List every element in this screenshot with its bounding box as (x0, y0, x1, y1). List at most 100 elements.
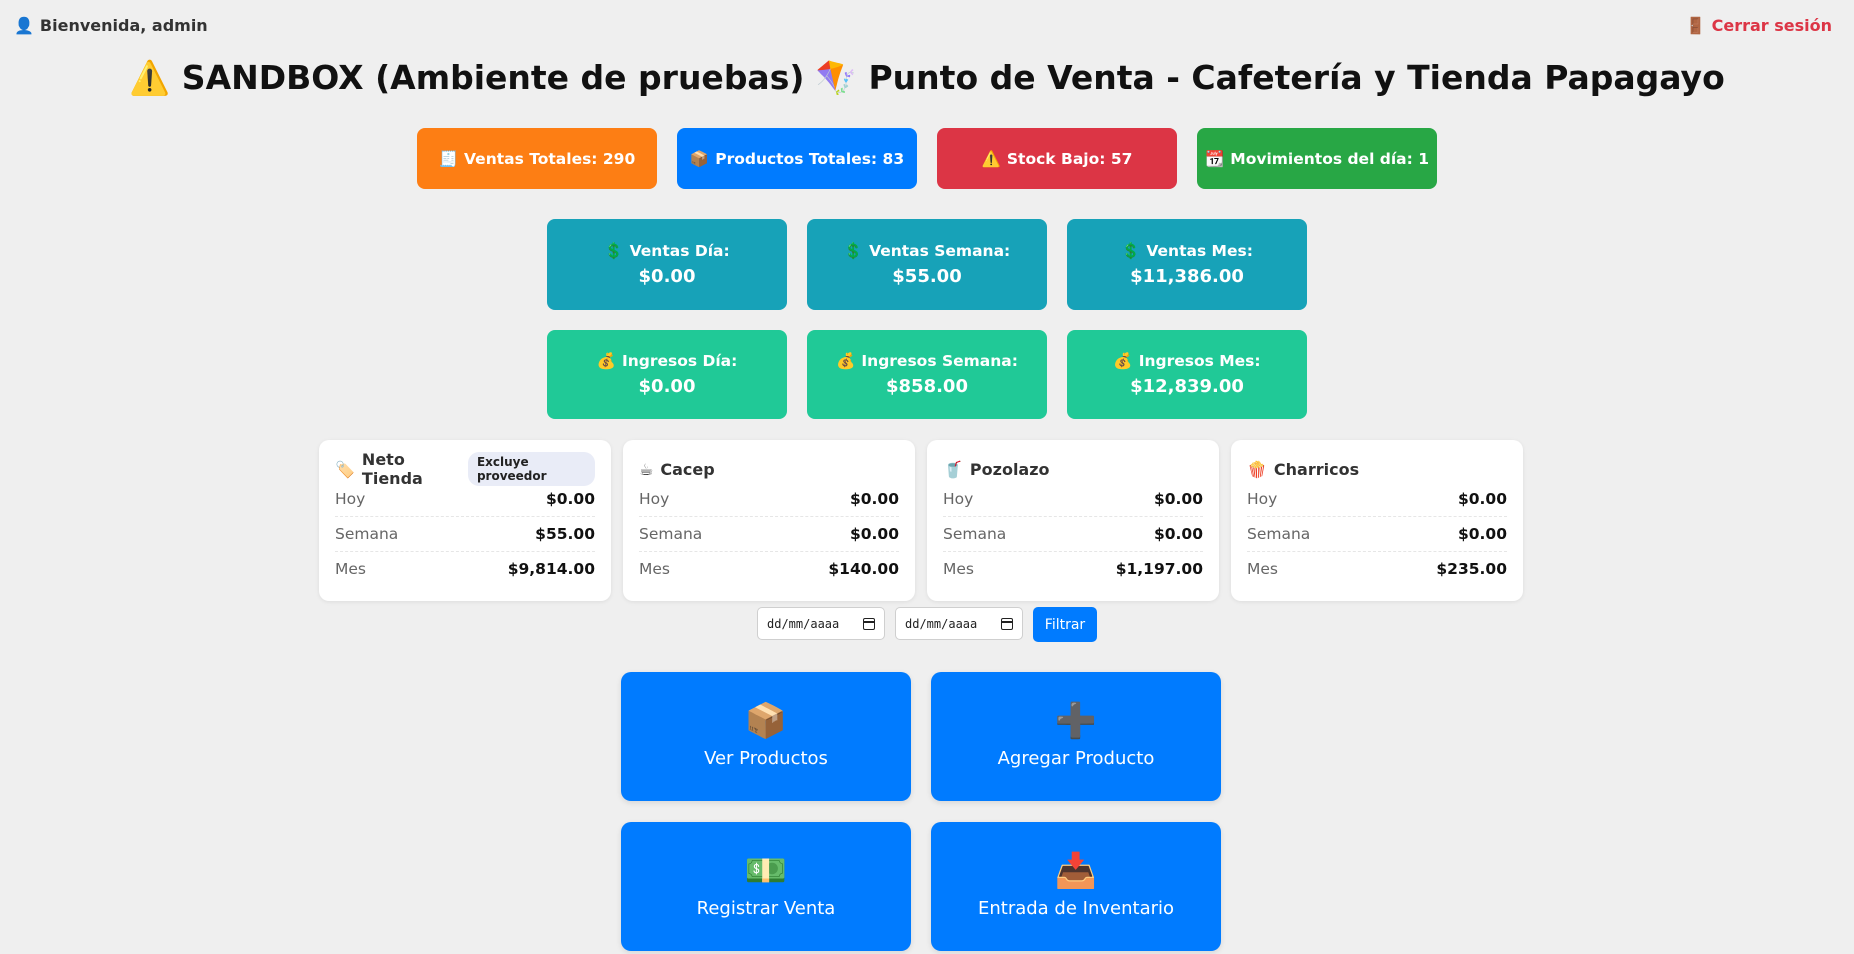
sales-row: 💲 Ventas Día: $0.00 💲 Ventas Semana: $55.0… (0, 219, 1854, 310)
logout-label: Cerrar sesión (1711, 16, 1832, 35)
sales-label: Ventas Semana: (869, 242, 1011, 260)
drink-icon: 🥤 (943, 459, 963, 479)
welcome-message: 👤 Bienvenida, admin (14, 16, 208, 35)
row-value: $55.00 (535, 525, 595, 543)
row-value: $0.00 (1153, 490, 1203, 508)
income-row: 💰 Ingresos Día: $0.00 💰 Ingresos Semana: $… (0, 330, 1854, 419)
row-label: Mes (639, 560, 670, 578)
stat-low-stock: ⚠️ Stock Bajo: 57 (937, 128, 1177, 189)
stats-row: 🧾 Ventas Totales: 290 📦 Productos Totale… (0, 128, 1854, 189)
row-value: $0.00 (1457, 490, 1507, 508)
sales-day-card: 💲 Ventas Día: $0.00 (547, 219, 787, 310)
action-label: Entrada de Inventario (977, 898, 1175, 919)
row-label: Semana (335, 525, 399, 543)
row-label: Hoy (943, 490, 974, 508)
date-placeholder: dd/mm/aaaa (767, 616, 840, 631)
page-title: ⚠️ SANDBOX (Ambiente de pruebas) 🪁 Punto… (129, 58, 1725, 97)
income-week-card: 💰 Ingresos Semana: $858.00 (807, 330, 1047, 419)
row-label: Mes (943, 560, 974, 578)
card-title: Pozolazo (969, 459, 1050, 479)
sales-value: $0.00 (638, 266, 696, 287)
row-label: Semana (639, 525, 703, 543)
income-day-card: 💰 Ingresos Día: $0.00 (547, 330, 787, 419)
row-label: Semana (1247, 525, 1311, 543)
coffee-icon: ☕ (639, 459, 654, 479)
card-neto-tienda: 🏷️ Neto Tienda Excluye proveedor Hoy $0.0… (319, 440, 611, 601)
card-row: Semana $0.00 (639, 517, 899, 552)
top-bar: 👤 Bienvenida, admin 🚪 Cerrar sesión (0, 0, 1854, 50)
card-charricos: 🍿 Charricos Hoy $0.00 Semana $0.00 Mes $235… (1231, 440, 1523, 601)
income-value: $858.00 (886, 376, 968, 397)
row-label: Mes (1247, 560, 1278, 578)
income-value: $0.00 (638, 376, 696, 397)
door-icon: 🚪 (1685, 16, 1706, 35)
row-value: $140.00 (828, 560, 899, 578)
date-placeholder: dd/mm/aaaa (905, 616, 978, 631)
row-value: $0.00 (1153, 525, 1203, 543)
income-label: Ingresos Día: (621, 352, 738, 370)
card-badge: Excluye proveedor (467, 452, 595, 486)
warning-icon: ⚠️ (981, 149, 1001, 168)
date-from-input[interactable]: dd/mm/aaaa (757, 607, 885, 640)
calendar-icon[interactable] (1001, 617, 1013, 630)
action-label: Ver Productos (704, 748, 828, 769)
stat-total-sales: 🧾 Ventas Totales: 290 (417, 128, 657, 189)
income-label: Ingresos Semana: (861, 352, 1018, 370)
card-row: Mes $140.00 (639, 552, 899, 586)
stat-total-products: 📦 Productos Totales: 83 (677, 128, 917, 189)
stat-label: Ventas Totales: 290 (464, 149, 636, 168)
popcorn-icon: 🍿 (1247, 459, 1267, 479)
sales-week-card: 💲 Ventas Semana: $55.00 (807, 219, 1047, 310)
row-label: Hoy (1247, 490, 1278, 508)
income-value: $12,839.00 (1130, 376, 1244, 397)
card-row: Hoy $0.00 (639, 482, 899, 517)
sales-month-card: 💲 Ventas Mes: $11,386.00 (1067, 219, 1307, 310)
calendar-icon[interactable] (863, 617, 875, 630)
stat-label: Movimientos del día: 1 (1230, 149, 1430, 168)
card-row: Semana $0.00 (1247, 517, 1507, 552)
row-value: $0.00 (545, 490, 595, 508)
calendar-icon: 📆 (1204, 149, 1225, 168)
card-row: Hoy $0.00 (1247, 482, 1507, 517)
welcome-text: Bienvenida, admin (39, 16, 208, 35)
money-bag-icon: 💰 (596, 352, 616, 370)
money-bag-icon: 💰 (1113, 352, 1133, 370)
row-label: Hoy (639, 490, 670, 508)
cash-icon: 💵 (744, 851, 788, 891)
card-title: Neto Tienda (361, 450, 423, 488)
user-icon: 👤 (14, 16, 34, 35)
date-to-input[interactable]: dd/mm/aaaa (895, 607, 1023, 640)
sales-value: $11,386.00 (1130, 266, 1244, 287)
action-label: Agregar Producto (997, 748, 1155, 769)
inventory-entry-button[interactable]: 📥 Entrada de Inventario (931, 822, 1221, 951)
card-title: Cacep (660, 459, 715, 479)
filter-button[interactable]: Filtrar (1033, 607, 1097, 642)
package-icon: 📦 (689, 149, 710, 168)
row-value: $9,814.00 (507, 560, 595, 578)
card-row: Mes $235.00 (1247, 552, 1507, 586)
sales-label: Ventas Mes: (1146, 242, 1253, 260)
row-value: $0.00 (1457, 525, 1507, 543)
sales-label: Ventas Día: (629, 242, 730, 260)
date-filter: dd/mm/aaaa dd/mm/aaaa Filtrar (0, 607, 1854, 642)
card-row: Mes $1,197.00 (943, 552, 1203, 586)
card-title: Charricos (1273, 459, 1360, 479)
row-value: $1,197.00 (1115, 560, 1203, 578)
view-products-button[interactable]: 📦 Ver Productos (621, 672, 911, 801)
logout-link[interactable]: 🚪 Cerrar sesión (1686, 16, 1832, 35)
card-row: Hoy $0.00 (943, 482, 1203, 517)
card-row: Mes $9,814.00 (335, 552, 595, 586)
stat-daily-movements: 📆 Movimientos del día: 1 (1197, 128, 1437, 189)
business-cards: 🏷️ Neto Tienda Excluye proveedor Hoy $0.0… (319, 440, 1523, 601)
row-label: Semana (943, 525, 1007, 543)
card-row: Semana $0.00 (943, 517, 1203, 552)
dollar-icon: 💲 (604, 242, 624, 260)
card-pozolazo: 🥤 Pozolazo Hoy $0.00 Semana $0.00 Mes $1,19… (927, 440, 1219, 601)
package-icon: 📦 (744, 701, 788, 741)
register-sale-button[interactable]: 💵 Registrar Venta (621, 822, 911, 951)
stat-label: Productos Totales: 83 (715, 149, 905, 168)
inbox-tray-icon: 📥 (1054, 851, 1098, 891)
row-label: Mes (335, 560, 366, 578)
add-product-button[interactable]: ➕ Agregar Producto (931, 672, 1221, 801)
income-month-card: 💰 Ingresos Mes: $12,839.00 (1067, 330, 1307, 419)
